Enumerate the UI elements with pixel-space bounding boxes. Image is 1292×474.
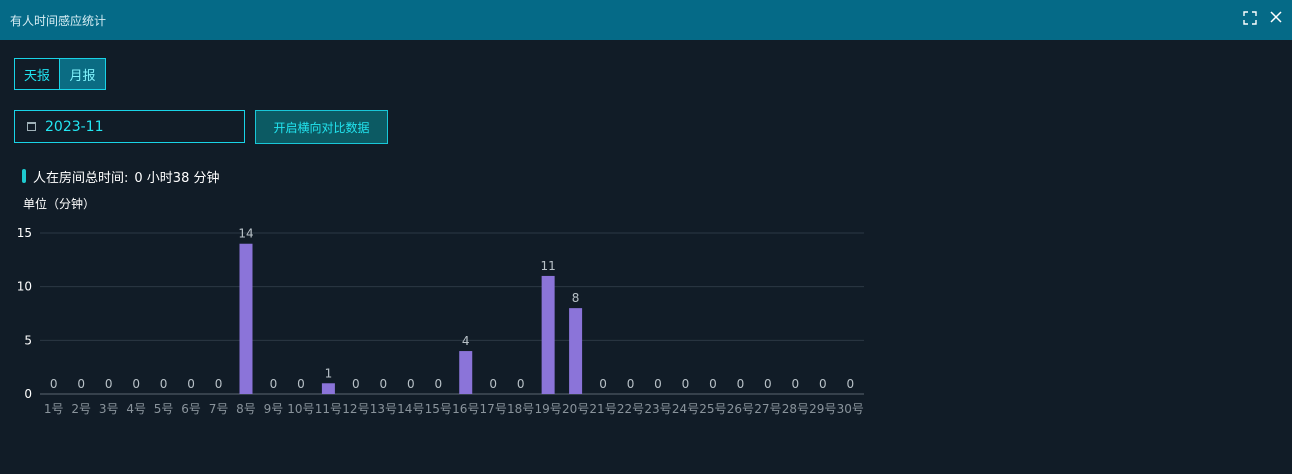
- x-tick-label: 1号: [44, 402, 64, 416]
- data-label: 0: [77, 377, 85, 391]
- data-label: 0: [819, 377, 827, 391]
- bar: [459, 351, 473, 394]
- x-tick-label: 11号: [315, 402, 342, 416]
- x-tick-label: 27号: [754, 402, 781, 416]
- bar: [321, 383, 335, 394]
- data-label: 14: [238, 227, 253, 241]
- data-label: 11: [540, 259, 555, 273]
- data-label: 0: [297, 377, 305, 391]
- data-label: 0: [132, 377, 140, 391]
- month-picker[interactable]: 2023-11: [14, 110, 245, 143]
- x-tick-label: 14号: [397, 402, 424, 416]
- x-tick-label: 12号: [342, 402, 369, 416]
- data-label: 0: [489, 377, 497, 391]
- x-tick-label: 5号: [154, 402, 174, 416]
- unit-label: 单位（分钟）: [23, 197, 96, 211]
- data-label: 0: [352, 377, 360, 391]
- x-tick-label: 3号: [99, 402, 119, 416]
- data-label: 0: [187, 377, 195, 391]
- y-tick-label: 5: [24, 333, 32, 347]
- x-tick-label: 21号: [589, 402, 616, 416]
- data-label: 0: [434, 377, 442, 391]
- month-value: 2023-11: [45, 118, 104, 135]
- tab-daily[interactable]: 天报: [14, 58, 60, 90]
- report-type-tabs: 天报 月报: [14, 58, 106, 92]
- data-label: 0: [846, 377, 854, 391]
- x-tick-label: 30号: [837, 402, 864, 416]
- total-time-label: 人在房间总时间:: [33, 170, 129, 186]
- window-title: 有人时间感应统计: [10, 14, 107, 28]
- data-label: 0: [654, 377, 662, 391]
- x-tick-label: 15号: [425, 402, 452, 416]
- data-label: 0: [627, 377, 635, 391]
- data-label: 0: [792, 377, 800, 391]
- data-label: 0: [682, 377, 690, 391]
- compare-data-button[interactable]: 开启横向对比数据: [255, 110, 388, 144]
- x-tick-label: 17号: [480, 402, 507, 416]
- x-tick-label: 24号: [672, 402, 699, 416]
- data-label: 0: [380, 377, 388, 391]
- data-label: 0: [270, 377, 278, 391]
- x-tick-label: 4号: [126, 402, 146, 416]
- y-tick-label: 15: [17, 226, 32, 240]
- y-tick-label: 0: [24, 387, 32, 401]
- data-label: 0: [599, 377, 607, 391]
- x-tick-label: 13号: [370, 402, 397, 416]
- data-label: 1: [325, 366, 333, 380]
- bar: [541, 275, 555, 394]
- x-tick-label: 2号: [71, 402, 91, 416]
- x-tick-label: 26号: [727, 402, 754, 416]
- data-label: 0: [737, 377, 745, 391]
- x-tick-label: 9号: [264, 402, 284, 416]
- total-time-summary: 人在房间总时间: 0 小时38 分钟: [22, 167, 220, 186]
- data-label: 0: [709, 377, 717, 391]
- x-tick-label: 16号: [452, 402, 479, 416]
- x-tick-label: 20号: [562, 402, 589, 416]
- x-tick-label: 6号: [181, 402, 201, 416]
- data-label: 4: [462, 334, 470, 348]
- data-label: 0: [407, 377, 415, 391]
- data-label: 0: [764, 377, 772, 391]
- data-label: 0: [160, 377, 168, 391]
- tab-monthly[interactable]: 月报: [60, 58, 106, 90]
- x-tick-label: 29号: [809, 402, 836, 416]
- bar-chart: 05101501号02号03号04号05号06号07号148号09号010号11…: [17, 226, 864, 416]
- window-titlebar: 有人时间感应统计: [0, 0, 1292, 40]
- total-time-value: 0 小时38 分钟: [134, 170, 220, 186]
- x-tick-label: 19号: [534, 402, 561, 416]
- x-tick-label: 7号: [209, 402, 229, 416]
- fullscreen-icon[interactable]: [1242, 11, 1258, 27]
- y-tick-label: 10: [17, 280, 32, 294]
- bar: [569, 308, 583, 394]
- x-tick-label: 25号: [699, 402, 726, 416]
- calendar-icon: [27, 122, 36, 131]
- data-label: 8: [572, 291, 580, 305]
- data-label: 0: [105, 377, 113, 391]
- summary-marker: [22, 169, 26, 183]
- data-label: 0: [517, 377, 525, 391]
- x-tick-label: 23号: [644, 402, 671, 416]
- close-icon[interactable]: [1268, 11, 1284, 27]
- bar: [239, 243, 253, 394]
- x-tick-label: 28号: [782, 402, 809, 416]
- x-tick-label: 18号: [507, 402, 534, 416]
- x-tick-label: 8号: [236, 402, 256, 416]
- data-label: 0: [50, 377, 58, 391]
- x-tick-label: 22号: [617, 402, 644, 416]
- data-label: 0: [215, 377, 223, 391]
- x-tick-label: 10号: [287, 402, 314, 416]
